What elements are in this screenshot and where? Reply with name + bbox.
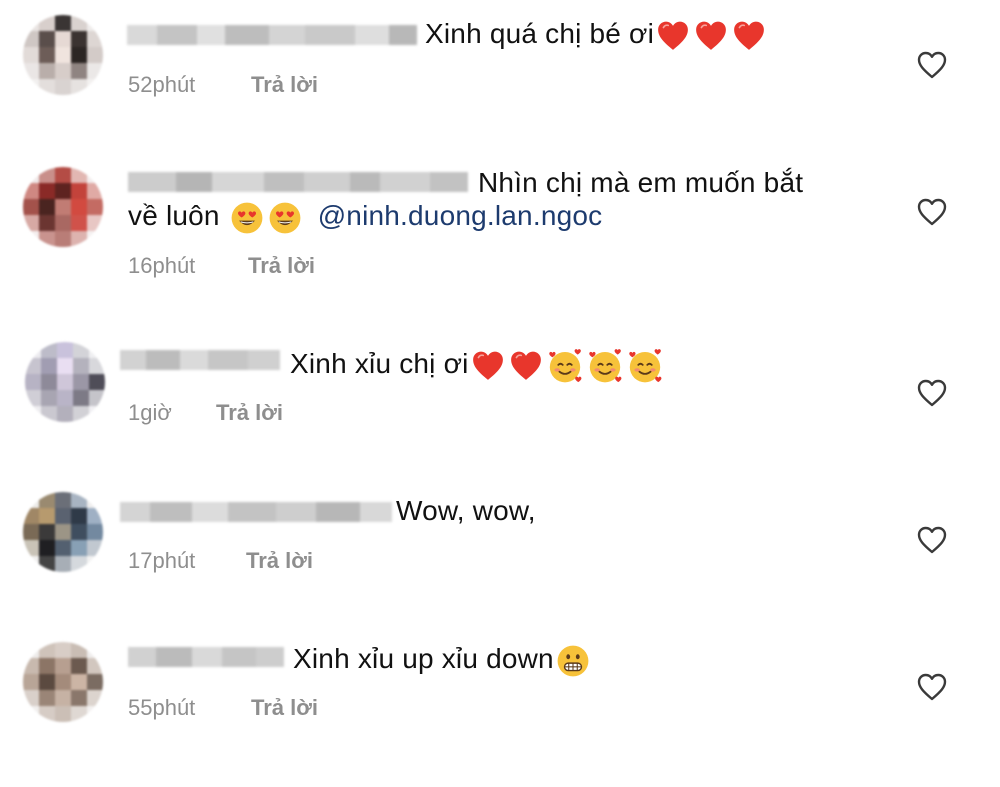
- like-heart-icon[interactable]: [915, 524, 949, 556]
- grimacing-face-icon: [556, 644, 590, 678]
- avatar[interactable]: [23, 492, 103, 572]
- avatar[interactable]: [23, 167, 103, 247]
- red-heart-icon: [471, 349, 505, 383]
- comment-text: Xinh xỉu up xỉu down: [293, 642, 590, 678]
- comment-text: Wow, wow,: [396, 495, 536, 526]
- mention-link[interactable]: @ninh.duong.lan.ngoc: [318, 200, 603, 231]
- comment-time: 1giờ: [128, 400, 172, 425]
- username-blurred[interactable]: [127, 25, 417, 45]
- username-blurred[interactable]: [120, 502, 392, 522]
- smiling-face-with-hearts-icon: [587, 348, 623, 384]
- like-heart-icon[interactable]: [915, 49, 949, 81]
- comment-body: Xinh xỉu chị ơi: [290, 348, 469, 379]
- comment-item: Xinh xỉu chị ơi 1giờ Trả lời: [0, 320, 1000, 470]
- comment-text-line2: về luôn @ninh.duong.lan.ngoc: [128, 199, 602, 235]
- comment-item: Wow, wow, 17phút Trả lời: [0, 470, 1000, 620]
- comment-text: Xinh xỉu chị ơi: [290, 347, 663, 384]
- reply-button[interactable]: Trả lời: [248, 253, 315, 279]
- username-blurred[interactable]: [120, 350, 280, 370]
- reply-button[interactable]: Trả lời: [251, 72, 318, 98]
- comment-time: 52phút: [128, 72, 196, 97]
- comment-item: Xinh quá chị bé ơi 52phút Trả lời: [0, 0, 1000, 140]
- comment-body: Xinh xỉu up xỉu down: [293, 643, 554, 674]
- red-heart-icon: [509, 349, 543, 383]
- avatar[interactable]: [23, 15, 103, 95]
- comment-time: 17phút: [128, 548, 196, 573]
- heart-eyes-emoji-icon: [230, 201, 264, 235]
- comment-body: Xinh quá chị bé ơi: [425, 18, 654, 49]
- avatar[interactable]: [23, 642, 103, 722]
- heart-eyes-emoji-icon: [268, 201, 302, 235]
- smiling-face-with-hearts-icon: [547, 348, 583, 384]
- reply-button[interactable]: Trả lời: [246, 548, 313, 574]
- comment-item: Nhìn chị mà em muốn bắt về luôn @ninh.du…: [0, 140, 1000, 320]
- like-heart-icon[interactable]: [915, 196, 949, 228]
- like-heart-icon[interactable]: [915, 671, 949, 703]
- smiling-face-with-hearts-icon: [627, 348, 663, 384]
- comment-text: Xinh quá chị bé ơi: [425, 17, 766, 53]
- red-heart-icon: [656, 19, 690, 53]
- comment-time: 16phút: [128, 253, 196, 278]
- avatar[interactable]: [25, 342, 105, 422]
- comment-body: về luôn: [128, 200, 220, 231]
- username-blurred[interactable]: [128, 647, 284, 667]
- username-blurred[interactable]: [128, 172, 468, 192]
- comment-text-line1: Nhìn chị mà em muốn bắt: [478, 167, 804, 198]
- like-heart-icon[interactable]: [915, 377, 949, 409]
- reply-button[interactable]: Trả lời: [216, 400, 283, 426]
- comment-time: 55phút: [128, 695, 196, 720]
- comment-item: Xinh xỉu up xỉu down 55phút Trả lời: [0, 620, 1000, 787]
- red-heart-icon: [694, 19, 728, 53]
- red-heart-icon: [732, 19, 766, 53]
- reply-button[interactable]: Trả lời: [251, 695, 318, 721]
